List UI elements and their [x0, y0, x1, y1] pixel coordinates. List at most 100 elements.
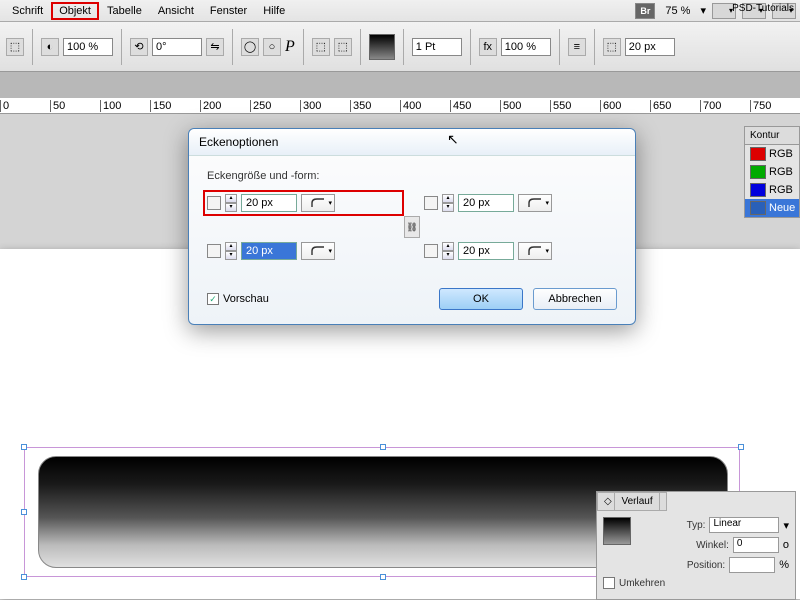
corner-pos-icon [424, 196, 438, 210]
menu-ansicht[interactable]: Ansicht [150, 2, 202, 20]
menu-tabelle[interactable]: Tabelle [99, 2, 150, 20]
cancel-button[interactable]: Abbrechen [533, 288, 617, 310]
link-corners-icon[interactable]: ⛓ [404, 216, 420, 238]
ruler-tick: 450 [450, 100, 471, 112]
gradient-swatch[interactable] [603, 517, 631, 545]
opacity-field[interactable]: 100 % [63, 38, 113, 56]
reverse-checkbox[interactable] [603, 577, 615, 589]
menu-fenster[interactable]: Fenster [202, 2, 255, 20]
ruler-tick: 0 [0, 100, 9, 112]
swatch-row[interactable]: RGB [745, 181, 799, 199]
opacity-icon: ◐ [41, 38, 59, 56]
swatch-row[interactable]: RGB [745, 163, 799, 181]
opacity2-field[interactable]: 100 % [501, 38, 551, 56]
spin-down[interactable]: ▾ [442, 203, 454, 212]
menu-hilfe[interactable]: Hilfe [255, 2, 293, 20]
position-label: Position: [687, 560, 725, 571]
doc-tab-band [0, 72, 800, 98]
align-icon[interactable]: ≡ [568, 38, 586, 56]
reverse-label: Umkehren [619, 578, 665, 589]
type-dropdown[interactable]: Linear [709, 517, 779, 533]
corner-pos-icon [207, 244, 221, 258]
swatch-label: RGB [769, 184, 793, 196]
selection-handle[interactable] [738, 444, 744, 450]
horizontal-ruler: 0501001502002503003504004505005506006507… [0, 98, 800, 114]
verlauf-panel: ◇ Verlauf Typ: Linear ▾ Winkel: 0 o Posi… [596, 491, 796, 600]
character-icon[interactable]: ⬚ [6, 38, 24, 56]
ruler-tick: 650 [650, 100, 671, 112]
corner-icon[interactable]: ⬚ [603, 38, 621, 56]
ruler-tick: 350 [350, 100, 371, 112]
selection-handle[interactable] [21, 509, 27, 515]
angle-field[interactable]: 0° [152, 38, 202, 56]
angle-unit: o [783, 539, 789, 551]
preview-label: Vorschau [223, 293, 269, 305]
corner-shape-dropdown[interactable] [518, 194, 552, 212]
spin-up[interactable]: ▴ [442, 242, 454, 251]
position-unit: % [779, 559, 789, 571]
selection-handle[interactable] [380, 574, 386, 580]
circle-icon[interactable]: ○ [263, 38, 281, 56]
spin-down[interactable]: ▾ [225, 251, 237, 260]
corner-field[interactable]: 20 px [625, 38, 675, 56]
ellipse-icon[interactable]: ◯ [241, 38, 259, 56]
preview-checkbox[interactable]: ✓ Vorschau [207, 293, 269, 305]
corner-shape-dropdown[interactable] [518, 242, 552, 260]
kontur-panel: Kontur RGB RGB RGB Neue [744, 126, 800, 218]
corner-br: ▴▾ [424, 242, 617, 260]
swatch-row[interactable]: RGB [745, 145, 799, 163]
flip-h-icon[interactable]: ⇋ [206, 38, 224, 56]
angle-input[interactable]: 0 [733, 537, 779, 553]
spin-down[interactable]: ▾ [442, 251, 454, 260]
corner-tl: ▴▾ [203, 190, 404, 216]
kontur-tab[interactable]: Kontur [744, 126, 800, 145]
paragraph-icon[interactable]: P [285, 38, 295, 56]
selection-handle[interactable] [21, 574, 27, 580]
color-swatch [750, 183, 766, 197]
psd-tutorials-label: PSD-Tutorials [732, 3, 794, 14]
verlauf-tab[interactable]: ◇ Verlauf [597, 492, 667, 511]
spin-up[interactable]: ▴ [442, 194, 454, 203]
bridge-badge[interactable]: Br [635, 3, 655, 19]
zoom-level[interactable]: 75 % [661, 5, 694, 17]
fx-icon[interactable]: fx [479, 38, 497, 56]
ruler-tick: 250 [250, 100, 271, 112]
selection-handle[interactable] [21, 444, 27, 450]
swatch-row[interactable]: Neue [745, 199, 799, 217]
spin-down[interactable]: ▾ [225, 203, 237, 212]
corner-size-input[interactable] [458, 242, 514, 260]
corner-pos-icon [424, 244, 438, 258]
wrap-icon[interactable]: ⬚ [312, 38, 330, 56]
ruler-tick: 500 [500, 100, 521, 112]
position-input[interactable] [729, 557, 775, 573]
menu-schrift[interactable]: Schrift [4, 2, 51, 20]
stroke-field[interactable]: 1 Pt [412, 38, 462, 56]
corner-size-input[interactable] [458, 194, 514, 212]
corner-pos-icon [207, 196, 221, 210]
angle-label: Winkel: [696, 540, 729, 551]
spin-up[interactable]: ▴ [225, 242, 237, 251]
selection-handle[interactable] [380, 444, 386, 450]
ruler-tick: 750 [750, 100, 771, 112]
menu-objekt[interactable]: Objekt [51, 2, 99, 20]
ruler-tick: 100 [100, 100, 121, 112]
corner-shape-dropdown[interactable] [301, 242, 335, 260]
dialog-title: Eckenoptionen [189, 129, 635, 156]
ruler-tick: 200 [200, 100, 221, 112]
type-label: Typ: [687, 520, 706, 531]
rotate-icon: ⟲ [130, 38, 148, 56]
swatch-label: RGB [769, 148, 793, 160]
ok-button[interactable]: OK [439, 288, 523, 310]
swatch-label: Neue [769, 202, 795, 214]
corner-size-input[interactable] [241, 194, 297, 212]
color-swatch [750, 147, 766, 161]
corner-bl: ▴▾ [207, 242, 400, 260]
ruler-tick: 700 [700, 100, 721, 112]
ruler-tick: 600 [600, 100, 621, 112]
ruler-tick: 300 [300, 100, 321, 112]
corner-size-input[interactable] [241, 242, 297, 260]
wrap2-icon[interactable]: ⬚ [334, 38, 352, 56]
spin-up[interactable]: ▴ [225, 194, 237, 203]
corner-shape-dropdown[interactable] [301, 194, 335, 212]
fill-swatch[interactable] [369, 34, 395, 60]
